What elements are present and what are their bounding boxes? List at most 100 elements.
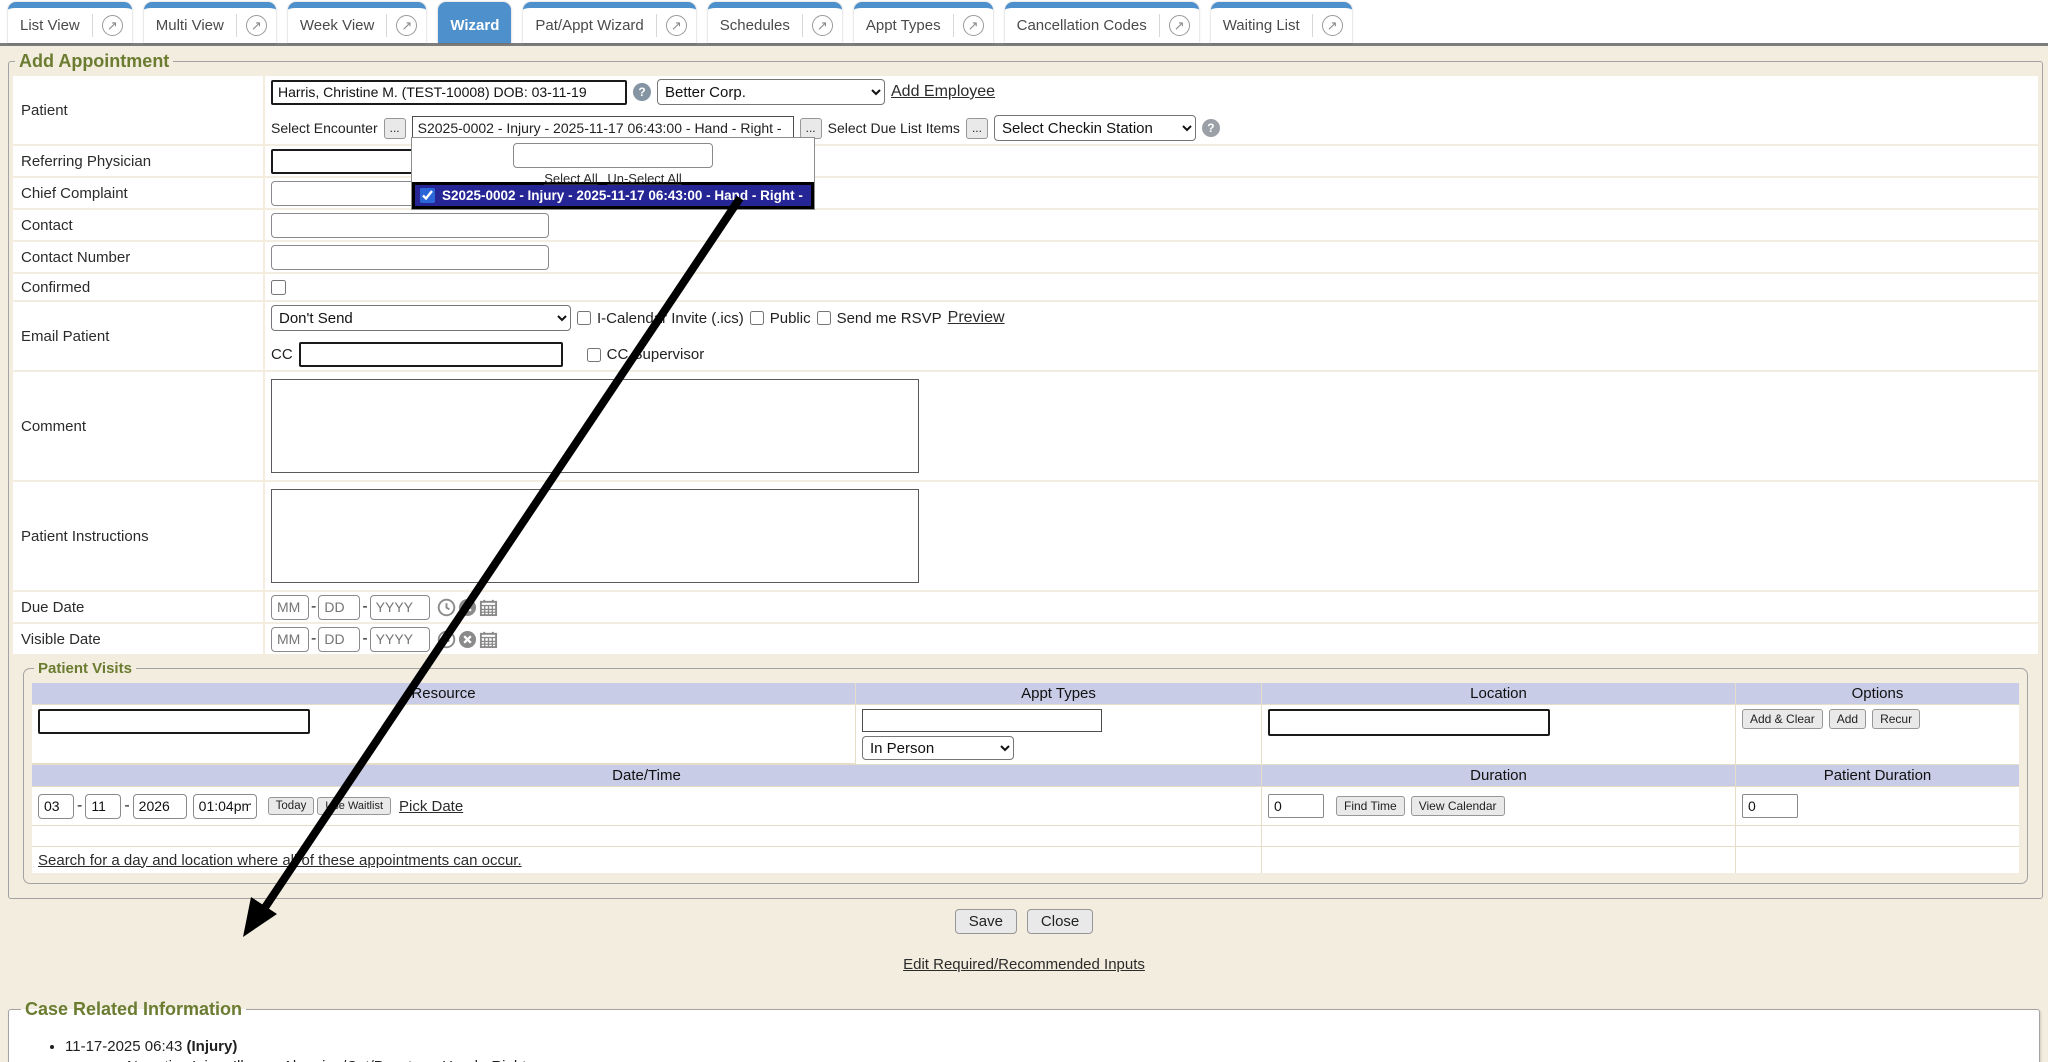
due-date-mm-input[interactable] — [271, 595, 309, 620]
employer-select[interactable]: Better Corp. — [657, 79, 885, 105]
view-calendar-button[interactable]: View Calendar — [1411, 796, 1505, 816]
tab-cancellation-codes[interactable]: Cancellation Codes ↗ — [1005, 2, 1199, 43]
edit-required-inputs-link[interactable]: Edit Required/Recommended Inputs — [903, 956, 1145, 973]
today-button[interactable]: Today — [268, 797, 315, 815]
patient-help-icon[interactable]: ? — [633, 83, 651, 101]
clock-icon[interactable] — [437, 630, 456, 649]
case-entry: 11-17-2025 06:43 (Injury) Narrative Inju… — [65, 1038, 2029, 1062]
clock-icon[interactable] — [437, 598, 456, 617]
add-employee-link[interactable]: Add Employee — [891, 83, 995, 101]
patient-visits-section: Patient Visits Resource Appt Types Locat… — [23, 660, 2028, 884]
visit-day-input[interactable] — [85, 794, 121, 819]
chief-complaint-label: Chief Complaint — [13, 178, 263, 208]
calendar-icon[interactable] — [479, 630, 498, 649]
comment-row: Comment — [13, 372, 2038, 480]
comment-textarea[interactable] — [271, 379, 919, 473]
unselect-all-link[interactable]: Un-Select All — [607, 171, 681, 186]
date-separator: - — [124, 797, 129, 815]
use-waitlist-button[interactable]: Use Waitlist — [317, 797, 391, 815]
patient-instructions-label: Patient Instructions — [13, 482, 263, 590]
preview-link[interactable]: Preview — [948, 309, 1005, 327]
public-checkbox[interactable] — [750, 311, 764, 325]
visible-date-mm-input[interactable] — [271, 627, 309, 652]
contact-input[interactable] — [271, 213, 549, 238]
datetime-header: Date/Time — [32, 765, 1261, 786]
confirmed-checkbox[interactable] — [271, 280, 286, 295]
checkin-help-icon[interactable]: ? — [1202, 119, 1220, 137]
save-button[interactable]: Save — [955, 909, 1017, 934]
appt-types-input[interactable] — [862, 709, 1102, 732]
open-new-window-icon[interactable]: ↗ — [1313, 8, 1352, 43]
date-separator: - — [311, 598, 316, 616]
patient-instructions-textarea[interactable] — [271, 489, 919, 583]
visit-year-input[interactable] — [133, 794, 187, 819]
tab-appt-types[interactable]: Appt Types ↗ — [854, 2, 993, 43]
open-new-window-icon[interactable]: ↗ — [387, 8, 426, 43]
date-separator: - — [311, 630, 316, 648]
select-all-link[interactable]: Select All — [544, 171, 597, 186]
public-label: Public — [770, 310, 811, 327]
tab-pat-appt-wizard[interactable]: Pat/Appt Wizard ↗ — [523, 2, 695, 43]
open-new-window-icon[interactable]: ↗ — [237, 8, 276, 43]
cc-supervisor-checkbox[interactable] — [587, 348, 601, 362]
close-button[interactable]: Close — [1027, 909, 1093, 934]
tab-wizard[interactable]: Wizard — [438, 2, 511, 43]
location-input[interactable] — [1268, 709, 1550, 736]
appt-mode-select[interactable]: In Person — [862, 736, 1014, 760]
duration-input[interactable] — [1268, 794, 1324, 818]
open-new-window-icon[interactable]: ↗ — [954, 8, 993, 43]
open-new-window-icon[interactable]: ↗ — [1160, 8, 1199, 43]
open-new-window-icon[interactable]: ↗ — [657, 8, 696, 43]
encounter-option-selected[interactable]: S2025-0002 - Injury - 2025-11-17 06:43:0… — [412, 182, 814, 209]
pick-date-link[interactable]: Pick Date — [399, 798, 463, 815]
location-header: Location — [1262, 683, 1735, 704]
checkin-station-select[interactable]: Select Checkin Station — [994, 115, 1196, 141]
tab-multi-view[interactable]: Multi View ↗ — [144, 2, 276, 43]
encounter-more-button[interactable]: ... — [800, 118, 822, 139]
encounter-filter-input[interactable] — [513, 143, 713, 168]
tab-schedules[interactable]: Schedules ↗ — [708, 2, 842, 43]
patient-search-input[interactable] — [271, 80, 627, 105]
add-clear-button[interactable]: Add & Clear — [1742, 709, 1823, 729]
duration-header: Duration — [1262, 765, 1735, 786]
due-date-row: Due Date - - — [13, 592, 2038, 622]
visible-date-yyyy-input[interactable] — [370, 627, 430, 652]
find-time-button[interactable]: Find Time — [1336, 796, 1405, 816]
form-actions: Save Close — [0, 909, 2048, 934]
open-new-window-icon[interactable]: ↗ — [803, 8, 842, 43]
confirmed-row: Confirmed — [13, 274, 2038, 300]
resource-input[interactable] — [38, 709, 310, 734]
visit-time-input[interactable] — [193, 794, 257, 819]
ical-invite-label: I-Calendar Invite (.ics) — [597, 310, 744, 327]
recur-button[interactable]: Recur — [1872, 709, 1920, 729]
case-entry-list: 11-17-2025 06:43 (Injury) Narrative Inju… — [65, 1038, 2029, 1062]
calendar-icon[interactable] — [479, 598, 498, 617]
referring-physician-row: Referring Physician — [13, 146, 2038, 176]
select-encounter-more-button[interactable]: ... — [384, 118, 406, 139]
search-day-location-link[interactable]: Search for a day and location where all … — [38, 852, 522, 869]
patient-duration-input[interactable] — [1742, 794, 1798, 818]
add-button[interactable]: Add — [1829, 709, 1866, 729]
due-date-yyyy-input[interactable] — [370, 595, 430, 620]
due-date-dd-input[interactable] — [318, 595, 360, 620]
visible-date-label: Visible Date — [13, 624, 263, 654]
clear-date-icon[interactable] — [458, 598, 477, 617]
clear-date-icon[interactable] — [458, 630, 477, 649]
open-new-window-icon[interactable]: ↗ — [93, 8, 132, 43]
patient-row: Patient ? Better Corp. Add Employee Sele… — [13, 76, 2038, 144]
encounter-option-checkbox[interactable] — [420, 188, 435, 203]
rsvp-checkbox[interactable] — [817, 311, 831, 325]
contact-number-input[interactable] — [271, 245, 549, 270]
contact-label: Contact — [13, 210, 263, 240]
tab-waiting-list[interactable]: Waiting List ↗ — [1211, 2, 1352, 43]
tab-week-view[interactable]: Week View ↗ — [288, 2, 426, 43]
tab-list-view[interactable]: List View ↗ — [8, 2, 132, 43]
contact-number-label: Contact Number — [13, 242, 263, 272]
visit-month-input[interactable] — [38, 794, 74, 819]
email-send-select[interactable]: Don't Send — [271, 305, 571, 331]
ical-invite-checkbox[interactable] — [577, 311, 591, 325]
case-entry-date: 11-17-2025 06:43 — [65, 1038, 182, 1055]
cc-input[interactable] — [299, 342, 563, 367]
due-list-more-button[interactable]: ... — [966, 118, 988, 139]
visible-date-dd-input[interactable] — [318, 627, 360, 652]
